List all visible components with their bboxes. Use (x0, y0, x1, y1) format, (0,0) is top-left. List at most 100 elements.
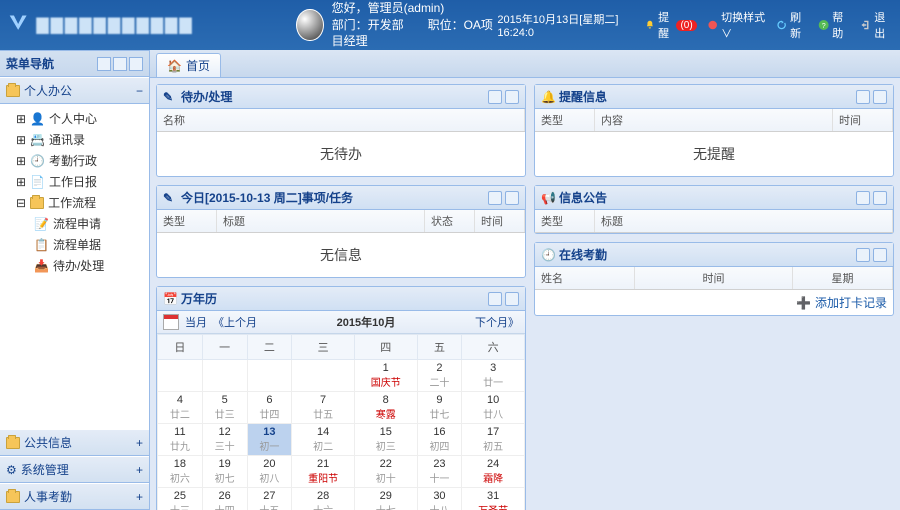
cal-cell[interactable]: 28十六 (292, 488, 355, 510)
pencil-icon: ✎ (163, 191, 177, 205)
panel-tool-icon[interactable] (488, 90, 502, 104)
cal-cell[interactable]: 12三十 (202, 424, 247, 456)
cal-cell[interactable]: 25十三 (158, 488, 203, 510)
folder-icon (6, 491, 20, 503)
cal-cell[interactable]: 23十一 (417, 456, 462, 488)
help-button[interactable]: ? 帮助 (818, 9, 850, 41)
switch-style-button[interactable]: 切换样式∨ (707, 9, 766, 41)
top-actions: 提醒(0) 切换样式∨ 刷新 ? 帮助 退出 (645, 9, 892, 41)
cal-cell[interactable]: 14初二 (292, 424, 355, 456)
gear-icon: ⚙ (6, 463, 17, 477)
cal-cell[interactable]: 26十四 (202, 488, 247, 510)
refresh-button[interactable]: 刷新 (776, 9, 808, 41)
tree-contacts[interactable]: ⊞📇通讯录 (2, 129, 147, 150)
cal-cell[interactable]: 29十七 (354, 488, 417, 510)
main: 🏠 首页 ✎ 待办/处理 名称 无待办 ✎ 今日[ (150, 50, 900, 510)
sidebar: 菜单导航 个人办公 − ⊞👤个人中心 ⊞📇通讯录 ⊞🕘考勤行政 ⊞📄工作日报 ⊟… (0, 50, 150, 510)
cal-cell[interactable]: 3廿一 (462, 360, 525, 392)
tab-home[interactable]: 🏠 首页 (156, 53, 221, 77)
remind-button[interactable]: 提醒(0) (645, 9, 696, 41)
cal-cell (202, 360, 247, 392)
nav-tool-icon[interactable] (129, 57, 143, 71)
panel-todo: ✎ 待办/处理 名称 无待办 (156, 84, 526, 177)
empty-text: 无待办 (320, 146, 362, 162)
cal-cell[interactable]: 20初八 (247, 456, 292, 488)
tree-flow-form[interactable]: 📋流程单据 (2, 234, 147, 255)
cal-cell[interactable]: 31万圣节 (462, 488, 525, 510)
cal-today-button[interactable]: 当月 (185, 314, 207, 330)
logo-icon (8, 13, 28, 37)
cal-cell[interactable]: 4廿二 (158, 392, 203, 424)
header-datetime: 2015年10月13日[星期二] 16:24:0 (497, 11, 633, 39)
panel-tool-icon[interactable] (873, 248, 887, 262)
cal-dow: 四 (354, 335, 417, 360)
accordion-hr[interactable]: 人事考勤 + (0, 483, 149, 510)
home-icon: 🏠 (167, 59, 182, 73)
panel-tool-icon[interactable] (505, 90, 519, 104)
panel-tool-icon[interactable] (873, 191, 887, 205)
empty-text: 无提醒 (693, 146, 735, 162)
panel-tool-icon[interactable] (488, 292, 502, 306)
cal-cell[interactable]: 7廿五 (292, 392, 355, 424)
calendar-grid: 日一二三四五六 1国庆节2二十3廿一4廿二5廿三6廿四7廿五8寒露9廿七10廿八… (157, 334, 525, 510)
cal-cell[interactable]: 19初七 (202, 456, 247, 488)
panel-tool-icon[interactable] (505, 292, 519, 306)
avatar[interactable] (296, 9, 323, 41)
cal-cell[interactable]: 2二十 (417, 360, 462, 392)
cal-cell[interactable]: 11廿九 (158, 424, 203, 456)
panel-tool-icon[interactable] (873, 90, 887, 104)
tree-personal-center[interactable]: ⊞👤个人中心 (2, 108, 147, 129)
panel-tool-icon[interactable] (856, 248, 870, 262)
bell-icon: 🔔 (541, 90, 555, 104)
cal-cell[interactable]: 21重阳节 (292, 456, 355, 488)
accordion-system[interactable]: ⚙系统管理 + (0, 456, 149, 483)
panel-tool-icon[interactable] (488, 191, 502, 205)
add-icon: ➕ (796, 296, 811, 310)
folder-icon (6, 437, 20, 449)
panel-tool-icon[interactable] (856, 191, 870, 205)
accordion-personal[interactable]: 个人办公 − (0, 77, 149, 104)
app-header: ▇▇▇▇▇▇▇▇▇▇▇ 您好，管理员(admin) 部门：开发部 职位：OA项目… (0, 0, 900, 50)
cal-cell[interactable]: 15初三 (354, 424, 417, 456)
cal-next-button[interactable]: 下个月》 (475, 314, 519, 330)
cal-cell[interactable]: 13初一 (247, 424, 292, 456)
tree-workflow[interactable]: ⊟工作流程 (2, 192, 147, 213)
panel-today: ✎ 今日[2015-10-13 周二]事项/任务 类型 标题 状态 时间 无信息 (156, 185, 526, 278)
cal-dow: 三 (292, 335, 355, 360)
nav-tool-icon[interactable] (113, 57, 127, 71)
cal-cell[interactable]: 27十五 (247, 488, 292, 510)
exit-button[interactable]: 退出 (860, 9, 892, 41)
tree-daily-report[interactable]: ⊞📄工作日报 (2, 171, 147, 192)
tree-flow-apply[interactable]: 📝流程申请 (2, 213, 147, 234)
cal-prev-button[interactable]: 《上个月 (213, 314, 257, 330)
panel-calendar: 📅 万年历 当月 《上个月 2015年10月 下个月》 日一二三四五六 1国庆节… (156, 286, 526, 510)
cal-cell[interactable]: 17初五 (462, 424, 525, 456)
refresh-icon (776, 18, 787, 32)
cal-cell[interactable]: 30十八 (417, 488, 462, 510)
accordion-public[interactable]: 公共信息 + (0, 429, 149, 456)
today-icon[interactable] (163, 314, 179, 330)
cal-cell[interactable]: 18初六 (158, 456, 203, 488)
cal-cell[interactable]: 8寒露 (354, 392, 417, 424)
cal-cell[interactable]: 10廿八 (462, 392, 525, 424)
tree-todo[interactable]: 📥待办/处理 (2, 255, 147, 276)
tree-attendance-admin[interactable]: ⊞🕘考勤行政 (2, 150, 147, 171)
panel-tool-icon[interactable] (856, 90, 870, 104)
clock-icon: 🕘 (541, 248, 555, 262)
nav-tools (97, 57, 143, 71)
cal-cell[interactable]: 22初十 (354, 456, 417, 488)
nav-tool-icon[interactable] (97, 57, 111, 71)
bell-icon (645, 18, 655, 32)
cal-cell[interactable]: 9廿七 (417, 392, 462, 424)
user-greeting: 您好，管理员(admin) (332, 0, 498, 17)
expand-icon: + (136, 463, 143, 477)
palette-icon (707, 18, 718, 32)
cal-cell[interactable]: 1国庆节 (354, 360, 417, 392)
cal-cell[interactable]: 16初四 (417, 424, 462, 456)
panel-tool-icon[interactable] (505, 191, 519, 205)
cal-dow: 五 (417, 335, 462, 360)
cal-cell[interactable]: 24霜降 (462, 456, 525, 488)
add-punch-link[interactable]: ➕ 添加打卡记录 (796, 294, 887, 311)
cal-cell[interactable]: 6廿四 (247, 392, 292, 424)
cal-cell[interactable]: 5廿三 (202, 392, 247, 424)
